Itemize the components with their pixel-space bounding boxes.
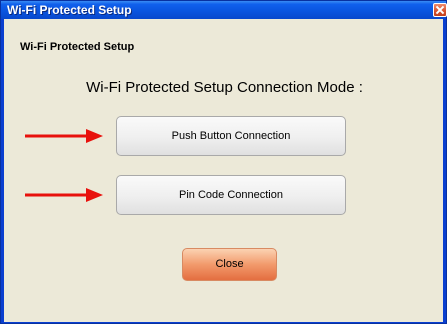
pin-code-connection-button[interactable]: Pin Code Connection <box>116 175 346 215</box>
connection-mode-heading: Wi-Fi Protected Setup Connection Mode : <box>86 79 363 96</box>
arrow-right-icon <box>25 129 103 143</box>
title-bar[interactable]: Wi-Fi Protected Setup <box>1 1 447 19</box>
arrow-right-icon <box>25 188 103 202</box>
section-label: Wi-Fi Protected Setup <box>20 41 135 53</box>
window-title: Wi-Fi Protected Setup <box>7 3 132 17</box>
wps-dialog-window: Wi-Fi Protected Setup Wi-Fi Protected Se… <box>0 0 447 324</box>
close-icon[interactable] <box>433 3 447 17</box>
push-button-connection-button[interactable]: Push Button Connection <box>116 116 346 156</box>
close-button[interactable]: Close <box>182 248 277 281</box>
